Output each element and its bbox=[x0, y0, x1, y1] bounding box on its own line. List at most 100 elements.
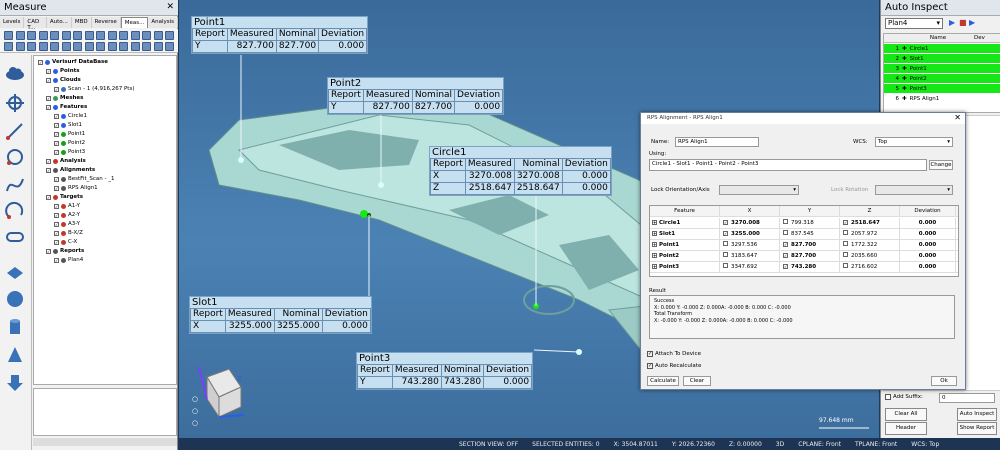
tree-item[interactable]: ✓ Reports bbox=[46, 247, 84, 255]
table-row[interactable]: + Point3 3347.692 ✓ 743.280 2716.602 0.000 bbox=[650, 261, 958, 273]
z-cell[interactable]: 1772.322 bbox=[840, 239, 900, 251]
z-cell[interactable]: 2035.660 bbox=[840, 250, 900, 262]
tree-checkbox[interactable]: ✓ bbox=[54, 212, 59, 218]
stop-icon[interactable]: ■ bbox=[959, 18, 967, 27]
slot-measure-icon[interactable] bbox=[5, 227, 25, 247]
tree-checkbox[interactable]: ✓ bbox=[54, 86, 59, 92]
view-cube[interactable]: Z ○ ○ ○ bbox=[189, 357, 249, 432]
arc-measure-icon[interactable] bbox=[5, 201, 25, 221]
curve-measure-icon[interactable] bbox=[5, 175, 25, 195]
table-row[interactable]: + Slot1 ✓ 3255.000 837.545 2057.972 0.000 bbox=[650, 228, 958, 240]
tree-item[interactable]: ✓ C-X bbox=[54, 238, 77, 246]
calculate-button[interactable]: Calculate bbox=[647, 376, 679, 386]
toolbar-tool-icon[interactable] bbox=[73, 31, 82, 40]
cloud-icon[interactable] bbox=[5, 63, 25, 83]
tree-item[interactable]: ✓ Circle1 bbox=[54, 112, 87, 120]
toolbar-tool-icon[interactable] bbox=[130, 42, 140, 51]
toolbar-tool-icon[interactable] bbox=[119, 31, 128, 40]
toolbar-tool-icon[interactable] bbox=[4, 31, 13, 40]
tree-item[interactable]: ✓ Targets bbox=[46, 193, 83, 201]
toolbar-tool-icon[interactable] bbox=[61, 42, 71, 51]
x-cell[interactable]: ✓ 3270.008 bbox=[720, 217, 780, 229]
z-cell[interactable]: 2057.972 bbox=[840, 228, 900, 240]
header-button[interactable]: Header bbox=[885, 422, 927, 435]
toolbar-tool-icon[interactable] bbox=[153, 42, 163, 51]
tree-item[interactable]: ✓ Analysis bbox=[46, 157, 86, 165]
tree-checkbox[interactable]: ✓ bbox=[46, 158, 51, 164]
point2-label[interactable]: Point2 Report Measured Nominal Deviation Y8… bbox=[327, 77, 505, 115]
tab-measure[interactable]: Meas... bbox=[120, 17, 149, 28]
tree-checkbox[interactable]: ✓ bbox=[46, 248, 51, 254]
tree-item[interactable]: ✓ Verisurf DataBase bbox=[38, 58, 108, 66]
tab-cad-tree[interactable]: CAD T... bbox=[24, 17, 47, 31]
tree-item[interactable]: ✓ A1-Y bbox=[54, 202, 80, 210]
plane-measure-icon[interactable] bbox=[5, 263, 25, 283]
plan-row[interactable]: 2 ✚ Slot1 bbox=[884, 54, 1000, 63]
tree-item[interactable]: ✓ BestFit_Scan - _1 bbox=[54, 175, 114, 183]
lock-rotation-select[interactable]: ▾ bbox=[875, 185, 953, 195]
tree-checkbox[interactable]: ✓ bbox=[46, 104, 51, 110]
tree-checkbox[interactable]: ✓ bbox=[54, 230, 59, 236]
x-cell[interactable]: 3297.536 bbox=[720, 239, 780, 251]
cylinder-measure-icon[interactable] bbox=[5, 317, 25, 337]
plan-select[interactable]: Plan4 ▾ bbox=[885, 18, 943, 29]
tree-checkbox[interactable]: ✓ bbox=[46, 95, 51, 101]
tree-checkbox[interactable]: ✓ bbox=[54, 176, 59, 182]
tree-checkbox[interactable]: ✓ bbox=[54, 140, 59, 146]
toolbar-tool-icon[interactable] bbox=[38, 42, 48, 51]
tree-item[interactable]: ✓ Alignments bbox=[46, 166, 95, 174]
tree-checkbox[interactable]: ✓ bbox=[54, 122, 59, 128]
toolbar-tool-icon[interactable] bbox=[38, 31, 48, 40]
tree-item[interactable]: ✓ Slot1 bbox=[54, 121, 82, 129]
tree-checkbox[interactable]: ✓ bbox=[54, 257, 59, 263]
plan-row[interactable]: 5 ✚ Point3 bbox=[884, 84, 1000, 93]
attach-to-device-check[interactable]: ✓ Attach To Device bbox=[647, 351, 701, 357]
tree-item[interactable]: ✓ A3-Y bbox=[54, 220, 80, 228]
point3-label[interactable]: Point3 Report Measured Nominal Deviation Y7… bbox=[356, 352, 534, 390]
tree-item[interactable]: ✓ Point1 bbox=[54, 130, 85, 138]
tree-checkbox[interactable]: ✓ bbox=[46, 194, 51, 200]
tree-item[interactable]: ✓ Features bbox=[46, 103, 87, 111]
clear-button[interactable]: Clear bbox=[683, 376, 711, 386]
plan-row[interactable]: 3 ✚ Point1 bbox=[884, 64, 1000, 73]
z-cell[interactable]: 2716.602 bbox=[840, 261, 900, 273]
suffix-field[interactable]: 0 bbox=[939, 393, 995, 403]
tree-checkbox[interactable]: ✓ bbox=[54, 131, 59, 137]
tab-levels[interactable]: Levels bbox=[0, 17, 25, 28]
toolbar-tool-icon[interactable] bbox=[4, 42, 13, 51]
tree-checkbox[interactable]: ✓ bbox=[46, 77, 51, 83]
tree-checkbox[interactable]: ✓ bbox=[54, 239, 59, 245]
table-row[interactable]: + Circle1 ✓ 3270.008 799.318 ✓ 2518.647 0.000 bbox=[650, 217, 958, 229]
horizontal-scrollbar[interactable] bbox=[33, 438, 177, 446]
toolbar-tool-icon[interactable] bbox=[15, 31, 25, 40]
slot1-label[interactable]: Slot1 Report Measured Nominal Deviation X 32… bbox=[189, 296, 372, 334]
toolbar-tool-icon[interactable] bbox=[15, 42, 25, 51]
z-cell[interactable]: ✓ 2518.647 bbox=[840, 217, 900, 229]
tab-analysis[interactable]: Analysis bbox=[148, 17, 178, 28]
clear-all-button[interactable]: Clear All bbox=[885, 408, 927, 421]
toolbar-tool-icon[interactable] bbox=[142, 31, 151, 40]
show-report-button[interactable]: Show Report bbox=[957, 422, 997, 435]
y-cell[interactable]: 799.318 bbox=[780, 217, 840, 229]
auto-recalculate-check[interactable]: ✓ Auto Recalculate bbox=[647, 363, 701, 369]
tree-item[interactable]: ✓ RPS Align1 bbox=[54, 184, 98, 192]
tree-item[interactable]: ✓ Scan - 1 (4,916,267 Pts) bbox=[54, 85, 134, 93]
tree-item[interactable]: ✓ Clouds bbox=[46, 76, 81, 84]
lock-orientation-select[interactable]: ▾ bbox=[719, 185, 799, 195]
plan-row[interactable]: 1 ✚ Circle1 bbox=[884, 44, 1000, 53]
y-cell[interactable]: 837.545 bbox=[780, 228, 840, 240]
change-button[interactable]: Change bbox=[929, 160, 953, 170]
tree-item[interactable]: ✓ Point2 bbox=[54, 139, 85, 147]
next-icon[interactable]: ▶ bbox=[969, 18, 975, 27]
toolbar-tool-icon[interactable] bbox=[165, 31, 174, 40]
y-cell[interactable]: ✓ 827.700 bbox=[780, 239, 840, 251]
tree-item[interactable]: ✓ Point3 bbox=[54, 148, 85, 156]
point-measure-icon[interactable] bbox=[5, 93, 25, 113]
toolbar-tool-icon[interactable] bbox=[96, 31, 105, 40]
toolbar-tool-icon[interactable] bbox=[50, 31, 59, 40]
x-cell[interactable]: 3183.647 bbox=[720, 250, 780, 262]
tree-checkbox[interactable]: ✓ bbox=[54, 185, 59, 191]
add-suffix-check[interactable]: Add Suffix: bbox=[885, 394, 923, 400]
close-icon[interactable]: ✕ bbox=[166, 2, 174, 12]
tree-item[interactable]: ✓ Meshes bbox=[46, 94, 83, 102]
